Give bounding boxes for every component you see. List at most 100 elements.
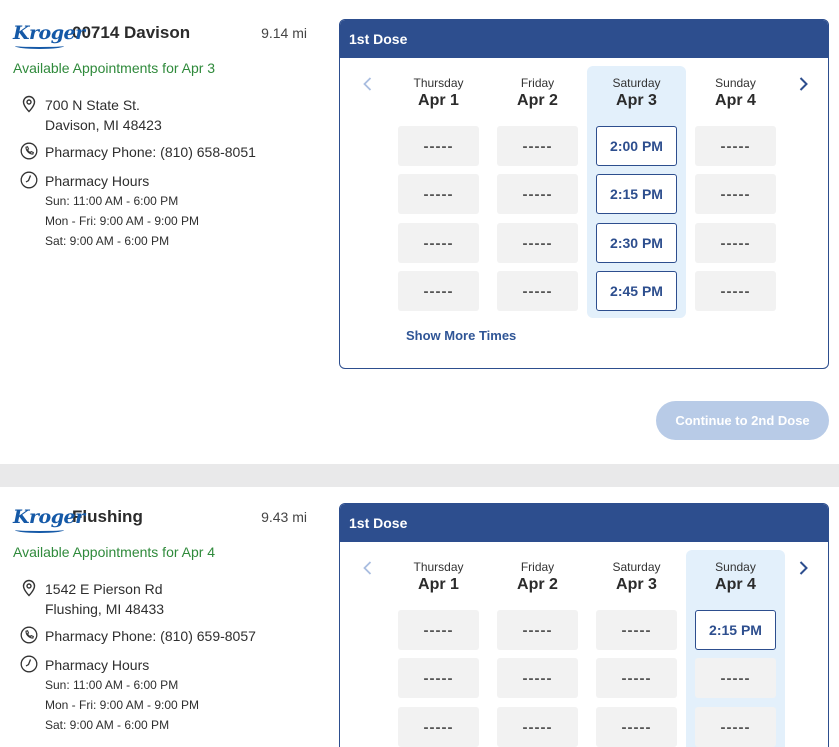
address-line-1: 700 N State St. xyxy=(45,97,140,113)
hours-mon-fri: Mon - Fri: 9:00 AM - 9:00 PM xyxy=(45,698,200,712)
day-name: Sunday xyxy=(715,560,756,574)
day-date: Apr 2 xyxy=(517,576,558,593)
time-slot-button[interactable]: 2:15 PM xyxy=(695,610,776,650)
dose-header: 1st Dose xyxy=(340,504,828,542)
location-pin-icon xyxy=(22,579,36,597)
location-pin-icon xyxy=(22,95,36,113)
chevron-left-icon[interactable] xyxy=(358,74,378,94)
day-column-sunday-selected[interactable]: Sunday Apr 4 2:15 PM ----- ----- xyxy=(686,550,785,747)
day-column-thursday: Thursday Apr 1 ----- ----- ----- ----- xyxy=(389,66,488,318)
slot-unavailable: ----- xyxy=(596,707,677,747)
slot-unavailable: ----- xyxy=(398,610,479,650)
phone-text: Pharmacy Phone: (810) 659-8057 xyxy=(45,628,256,644)
day-column-saturday: Saturday Apr 3 ----- ----- ----- xyxy=(587,550,686,747)
store-name: 00714 Davison xyxy=(72,23,191,42)
slot-unavailable: ----- xyxy=(398,223,479,263)
hours-title: Pharmacy Hours xyxy=(45,657,150,673)
time-slot-button[interactable]: 2:45 PM xyxy=(596,271,677,311)
phone-icon xyxy=(20,626,38,644)
slot-unavailable: ----- xyxy=(398,126,479,166)
slot-unavailable: ----- xyxy=(398,271,479,311)
available-appointments: Available Appointments for Apr 4 xyxy=(13,544,216,560)
day-column-friday: Friday Apr 2 ----- ----- ----- ----- xyxy=(488,66,587,318)
day-date: Apr 3 xyxy=(616,576,657,593)
hours-mon-fri: Mon - Fri: 9:00 AM - 9:00 PM xyxy=(45,214,200,228)
day-name: Saturday xyxy=(612,76,661,90)
phone-icon xyxy=(20,142,38,160)
clock-icon xyxy=(20,171,38,189)
dose-header: 1st Dose xyxy=(340,20,828,58)
day-name: Friday xyxy=(520,560,555,574)
slot-unavailable: ----- xyxy=(695,223,776,263)
store-card-flushing: Kroger Flushing 9.43 mi Available Appoin… xyxy=(0,487,839,747)
slot-unavailable: ----- xyxy=(497,223,578,263)
chevron-left-icon[interactable] xyxy=(358,558,378,578)
slot-unavailable: ----- xyxy=(497,174,578,214)
day-name: Friday xyxy=(520,76,555,90)
show-more-times-link[interactable]: Show More Times xyxy=(406,328,516,343)
slot-unavailable: ----- xyxy=(497,610,578,650)
kroger-logo: Kroger xyxy=(13,22,85,49)
store-name: Flushing xyxy=(72,507,143,526)
store-header: Kroger Flushing 9.43 mi xyxy=(13,506,307,533)
day-date: Apr 4 xyxy=(715,576,756,593)
day-date: Apr 4 xyxy=(715,92,756,109)
slot-unavailable: ----- xyxy=(695,126,776,166)
kroger-logo: Kroger xyxy=(13,506,85,533)
day-name: Sunday xyxy=(715,76,756,90)
dose-panel: 1st Dose Thursday Apr 1 ----- ----- ----… xyxy=(339,19,829,369)
day-name: Thursday xyxy=(413,560,464,574)
pharmacy-phone: Pharmacy Phone: (810) 659-8057 xyxy=(13,626,256,646)
pharmacy-hours: Pharmacy Hours Sun: 11:00 AM - 6:00 PM M… xyxy=(13,655,199,735)
slot-unavailable: ----- xyxy=(497,271,578,311)
day-name: Thursday xyxy=(413,76,464,90)
slot-unavailable: ----- xyxy=(398,174,479,214)
slot-unavailable: ----- xyxy=(398,707,479,747)
store-address: 1542 E Pierson Rd Flushing, MI 48433 xyxy=(13,579,164,619)
slot-unavailable: ----- xyxy=(695,174,776,214)
pharmacy-hours: Pharmacy Hours Sun: 11:00 AM - 6:00 PM M… xyxy=(13,171,199,251)
address-line-2: Flushing, MI 48433 xyxy=(45,601,165,617)
continue-to-2nd-dose-button[interactable]: Continue to 2nd Dose xyxy=(656,401,829,440)
store-header: Kroger 00714 Davison 9.14 mi xyxy=(13,22,307,49)
available-appointments: Available Appointments for Apr 3 xyxy=(13,60,216,76)
slot-unavailable: ----- xyxy=(497,126,578,166)
hours-title: Pharmacy Hours xyxy=(45,173,150,189)
slot-unavailable: ----- xyxy=(497,658,578,698)
day-date: Apr 3 xyxy=(616,92,657,109)
time-slot-button[interactable]: 2:30 PM xyxy=(596,223,677,263)
hours-sat: Sat: 9:00 AM - 6:00 PM xyxy=(45,718,170,732)
hours-sun: Sun: 11:00 AM - 6:00 PM xyxy=(45,678,179,692)
address-line-2: Davison, MI 48423 xyxy=(45,117,162,133)
chevron-right-icon[interactable] xyxy=(793,558,813,578)
store-distance: 9.43 mi xyxy=(261,509,307,525)
hours-sat: Sat: 9:00 AM - 6:00 PM xyxy=(45,234,170,248)
chevron-right-icon[interactable] xyxy=(793,74,813,94)
pharmacy-phone: Pharmacy Phone: (810) 658-8051 xyxy=(13,142,256,162)
day-column-friday: Friday Apr 2 ----- ----- ----- xyxy=(488,550,587,747)
slot-unavailable: ----- xyxy=(695,707,776,747)
slot-unavailable: ----- xyxy=(596,610,677,650)
slot-unavailable: ----- xyxy=(695,658,776,698)
day-date: Apr 2 xyxy=(517,92,558,109)
day-name: Saturday xyxy=(612,560,661,574)
time-slot-button[interactable]: 2:15 PM xyxy=(596,174,677,214)
day-date: Apr 1 xyxy=(418,576,459,593)
slot-unavailable: ----- xyxy=(497,707,578,747)
day-column-thursday: Thursday Apr 1 ----- ----- ----- xyxy=(389,550,488,747)
address-line-1: 1542 E Pierson Rd xyxy=(45,581,163,597)
day-date: Apr 1 xyxy=(418,92,459,109)
slot-unavailable: ----- xyxy=(596,658,677,698)
dose-panel: 1st Dose Thursday Apr 1 ----- ----- ----… xyxy=(339,503,829,747)
store-card-davison: Kroger 00714 Davison 9.14 mi Available A… xyxy=(0,0,839,464)
slot-unavailable: ----- xyxy=(695,271,776,311)
phone-text: Pharmacy Phone: (810) 658-8051 xyxy=(45,144,256,160)
day-column-sunday: Sunday Apr 4 ----- ----- ----- ----- xyxy=(686,66,785,318)
hours-sun: Sun: 11:00 AM - 6:00 PM xyxy=(45,194,179,208)
clock-icon xyxy=(20,655,38,673)
day-column-saturday-selected[interactable]: Saturday Apr 3 2:00 PM 2:15 PM 2:30 PM 2… xyxy=(587,66,686,318)
store-address: 700 N State St. Davison, MI 48423 xyxy=(13,95,162,135)
time-slot-button[interactable]: 2:00 PM xyxy=(596,126,677,166)
store-distance: 9.14 mi xyxy=(261,25,307,41)
slot-unavailable: ----- xyxy=(398,658,479,698)
